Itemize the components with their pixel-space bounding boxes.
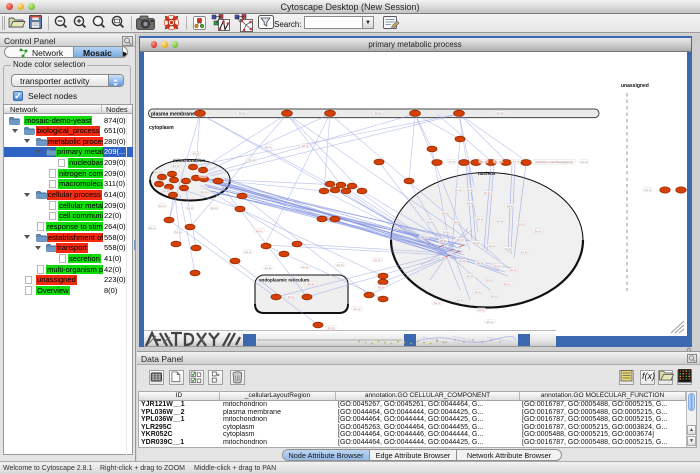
svg-text:(lw a): (lw a) bbox=[173, 164, 180, 168]
svg-text:(intrinsic to membrane)(two-a): (intrinsic to membrane)(two-a) bbox=[535, 160, 572, 164]
svg-text:(lw a): (lw a) bbox=[163, 189, 170, 193]
svg-text:(lw a): (lw a) bbox=[510, 268, 517, 272]
svg-text:(lw a): (lw a) bbox=[308, 282, 315, 286]
svg-text:(lw a): (lw a) bbox=[497, 219, 504, 223]
svg-text:(lw a): (lw a) bbox=[473, 241, 480, 245]
svg-text:(lw a): (lw a) bbox=[442, 211, 449, 215]
svg-text:(lw a): (lw a) bbox=[201, 190, 208, 194]
svg-text:(lw a): (lw a) bbox=[427, 220, 434, 224]
svg-text:(lw a): (lw a) bbox=[193, 152, 200, 156]
svg-text:(lw a): (lw a) bbox=[645, 188, 652, 192]
svg-text:(lw a): (lw a) bbox=[434, 301, 441, 305]
svg-text:(lw a): (lw a) bbox=[457, 298, 464, 302]
svg-text:(lw a): (lw a) bbox=[535, 229, 542, 233]
svg-text:(lw a): (lw a) bbox=[505, 247, 512, 251]
svg-text:(lw a): (lw a) bbox=[211, 206, 218, 210]
svg-text:(lw a): (lw a) bbox=[457, 238, 464, 242]
svg-text:(lw a): (lw a) bbox=[513, 160, 520, 164]
svg-text:(lw a): (lw a) bbox=[200, 174, 207, 178]
svg-text:(lw a): (lw a) bbox=[375, 111, 382, 115]
svg-text:(lw a): (lw a) bbox=[459, 259, 466, 263]
svg-text:(lw a): (lw a) bbox=[440, 239, 447, 243]
svg-text:(lw a): (lw a) bbox=[467, 201, 474, 205]
svg-text:(lw a): (lw a) bbox=[378, 285, 385, 289]
svg-text:f(x): f(x) bbox=[642, 371, 655, 381]
svg-text:(lw a): (lw a) bbox=[155, 170, 162, 174]
svg-text:(lw a): (lw a) bbox=[521, 250, 528, 254]
svg-text:cytoplasm: cytoplasm bbox=[149, 125, 174, 131]
svg-text:(lw a): (lw a) bbox=[454, 220, 461, 224]
svg-text:(lw a): (lw a) bbox=[249, 158, 256, 162]
svg-text:mitochondrion: mitochondrion bbox=[173, 158, 205, 163]
svg-text:(lw a): (lw a) bbox=[486, 278, 493, 282]
svg-text:(lw a): (lw a) bbox=[467, 274, 474, 278]
svg-text:plasma membrane: plasma membrane bbox=[151, 111, 195, 117]
svg-text:endoplasmic reticulum: endoplasmic reticulum bbox=[259, 278, 309, 283]
svg-text:(lw a): (lw a) bbox=[175, 230, 182, 234]
svg-text:(lw a): (lw a) bbox=[507, 204, 514, 208]
svg-text:(lw a): (lw a) bbox=[245, 250, 252, 254]
svg-text:(lw a): (lw a) bbox=[302, 265, 309, 269]
svg-text:(lw a): (lw a) bbox=[518, 222, 525, 226]
svg-text:(lw a): (lw a) bbox=[265, 145, 272, 149]
svg-text:unassigned: unassigned bbox=[621, 83, 649, 89]
svg-text:(lw a): (lw a) bbox=[480, 160, 487, 164]
svg-text:(lw a): (lw a) bbox=[487, 320, 494, 324]
svg-text:(lw a): (lw a) bbox=[265, 266, 272, 270]
svg-text:(lw a): (lw a) bbox=[256, 229, 263, 233]
svg-text:(lw a): (lw a) bbox=[374, 258, 381, 262]
svg-text:(lw a): (lw a) bbox=[421, 235, 428, 239]
svg-text:(lw a): (lw a) bbox=[302, 144, 309, 148]
svg-text:(lw a): (lw a) bbox=[484, 191, 491, 195]
svg-text:(lw a): (lw a) bbox=[443, 230, 450, 234]
svg-text:(lw a): (lw a) bbox=[581, 160, 588, 164]
svg-text:(lw a): (lw a) bbox=[337, 263, 344, 267]
svg-text:(lw a): (lw a) bbox=[477, 217, 484, 221]
svg-text:(lw a): (lw a) bbox=[354, 307, 361, 311]
svg-text:(lw a): (lw a) bbox=[478, 308, 485, 312]
svg-text:(lw a): (lw a) bbox=[467, 188, 474, 192]
svg-text:(lw a): (lw a) bbox=[489, 244, 496, 248]
svg-text:(lw a): (lw a) bbox=[288, 295, 295, 299]
svg-text:(lw a): (lw a) bbox=[477, 261, 484, 265]
svg-text:(lw a): (lw a) bbox=[495, 160, 502, 164]
svg-text:(lw a): (lw a) bbox=[475, 290, 482, 294]
svg-text:(lw a): (lw a) bbox=[239, 111, 246, 115]
svg-text:(lw a): (lw a) bbox=[504, 282, 511, 286]
svg-text:(lw a): (lw a) bbox=[187, 206, 194, 210]
svg-text:(lw a): (lw a) bbox=[494, 264, 501, 268]
svg-text:(lw a): (lw a) bbox=[497, 111, 504, 115]
svg-text:(lw a): (lw a) bbox=[149, 226, 156, 230]
svg-text:(lw a): (lw a) bbox=[449, 160, 456, 164]
svg-text:(lw a): (lw a) bbox=[491, 294, 498, 298]
svg-text:(lw a): (lw a) bbox=[159, 204, 166, 208]
svg-text:(lw a): (lw a) bbox=[455, 188, 462, 192]
